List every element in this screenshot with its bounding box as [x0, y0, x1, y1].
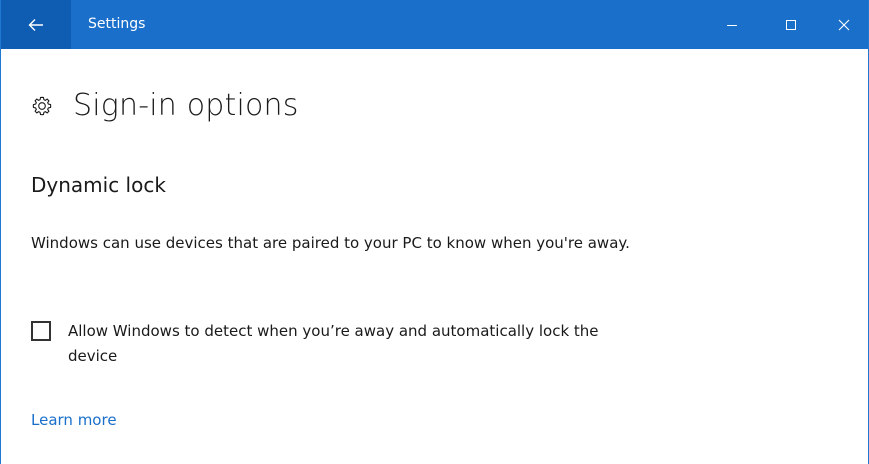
maximize-button[interactable]: [760, 0, 822, 49]
section-heading-dynamic-lock: Dynamic lock: [31, 173, 166, 197]
minimize-button[interactable]: [701, 0, 763, 49]
page-title: Sign-in options: [73, 88, 299, 123]
close-icon: [838, 19, 850, 30]
dynamic-lock-option[interactable]: Allow Windows to detect when you’re away…: [31, 319, 628, 369]
minimize-icon: [727, 24, 737, 26]
close-button[interactable]: [819, 0, 869, 49]
dynamic-lock-checkbox[interactable]: [31, 321, 51, 341]
window-title: Settings: [88, 16, 146, 32]
gear-icon: [32, 96, 52, 115]
back-button[interactable]: [1, 0, 71, 49]
maximize-icon: [786, 19, 796, 30]
dynamic-lock-checkbox-label[interactable]: Allow Windows to detect when you’re away…: [68, 319, 628, 369]
page-header: Sign-in options: [31, 88, 299, 123]
back-arrow-icon: [28, 18, 43, 31]
dynamic-lock-description: Windows can use devices that are paired …: [31, 234, 630, 252]
title-bar: Settings: [1, 0, 868, 49]
settings-window: Settings Sign-in options Dynamic lock Wi…: [0, 0, 869, 464]
learn-more-link[interactable]: Learn more: [31, 411, 117, 429]
